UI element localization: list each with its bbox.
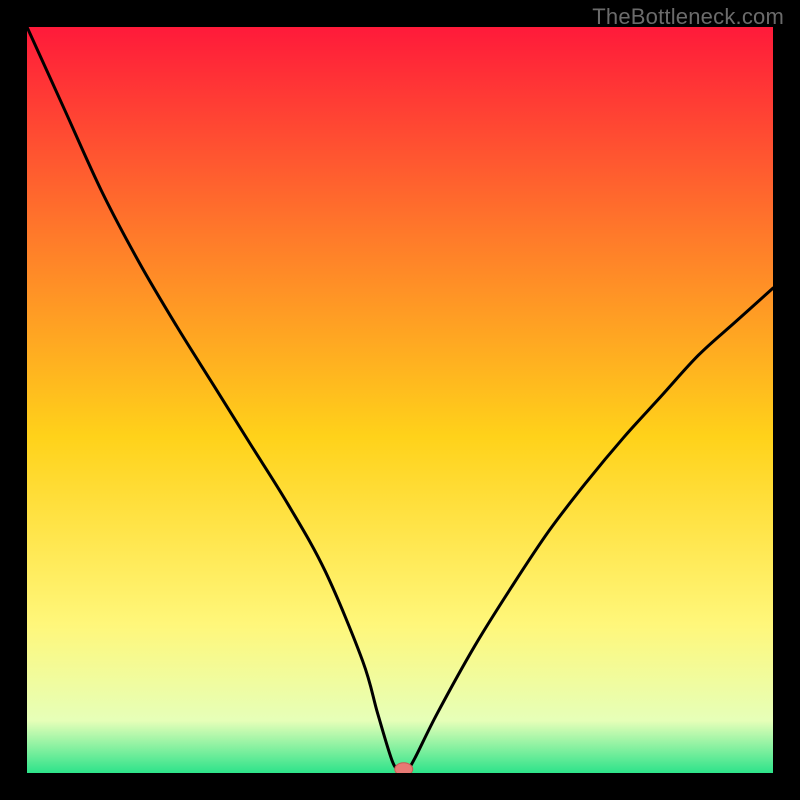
bottleneck-chart [27,27,773,773]
optimum-marker [395,763,413,773]
chart-frame: TheBottleneck.com [0,0,800,800]
gradient-background [27,27,773,773]
plot-area [27,27,773,773]
